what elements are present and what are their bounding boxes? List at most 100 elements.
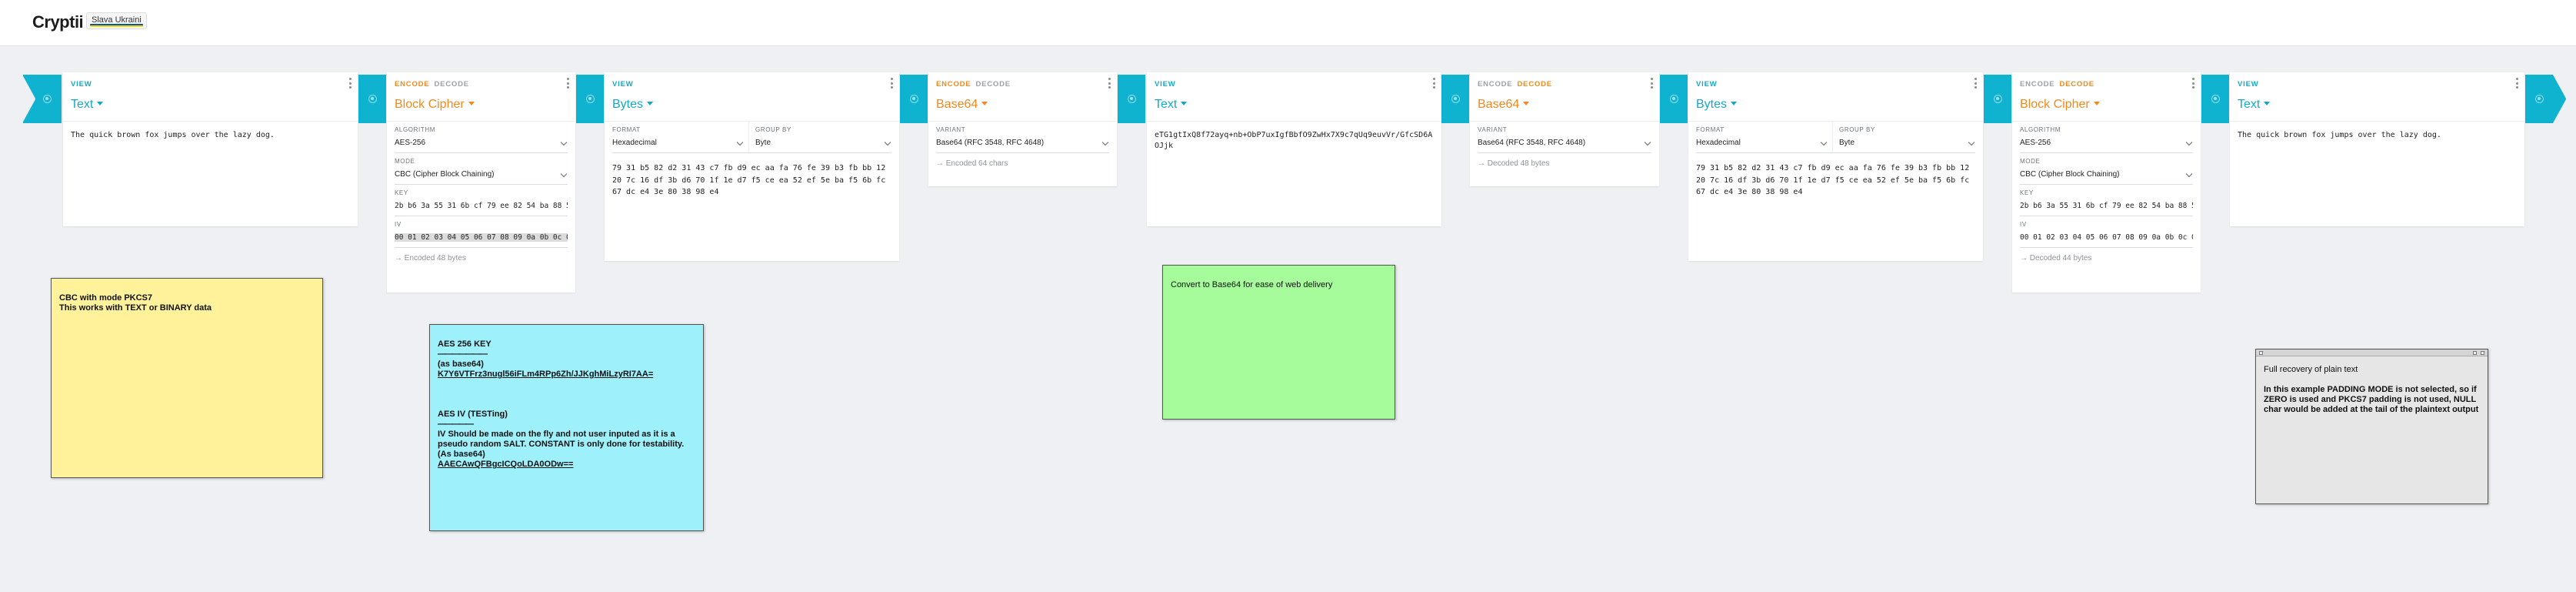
- note-line: AES IV (TESTing): [438, 410, 508, 419]
- text-content[interactable]: The quick brown fox jumps over the lazy …: [2230, 122, 2524, 141]
- sticky-note-grey[interactable]: Full recovery of plain text In this exam…: [2255, 349, 2488, 504]
- note-line: IV Should be made on the fly and not use…: [438, 430, 685, 449]
- group-by-select[interactable]: GROUP BY Byte: [1832, 122, 1975, 153]
- chevron-down-icon: [1101, 139, 1109, 146]
- sticky-note-yellow[interactable]: CBC with mode PKCS7 This works with TEXT…: [51, 278, 323, 478]
- more-vert-icon[interactable]: [2191, 78, 2194, 89]
- encode-toggle[interactable]: ENCODE: [395, 80, 429, 89]
- decode-toggle[interactable]: DECODE: [975, 80, 1010, 89]
- add-brick-icon[interactable]: [43, 95, 52, 103]
- mode-select[interactable]: MODE CBC (Cipher Block Chaining): [395, 153, 568, 185]
- more-vert-icon[interactable]: [1108, 78, 1111, 89]
- more-vert-icon[interactable]: [1974, 78, 1977, 89]
- variant-select[interactable]: VARIANT Base64 (RFC 3548, RFC 4648): [1478, 122, 1651, 153]
- encode-toggle[interactable]: ENCODE: [2020, 80, 2054, 89]
- base64-decoder-brick: ENCODE DECODE Base64 VARIANT Base64 (RFC …: [1470, 72, 1659, 186]
- group-by-select[interactable]: GROUP BY Byte: [748, 122, 891, 153]
- pipeline-tab-7[interactable]: [1984, 75, 2011, 123]
- note-title-bar[interactable]: [2256, 350, 2488, 356]
- note-line: (as base64): [438, 360, 484, 369]
- note-iv-value: AAECAwQFBgcICQoLDA0ODw==: [438, 460, 574, 469]
- pipeline-tab-8[interactable]: [2201, 75, 2229, 123]
- brick-kind: VIEW: [71, 80, 92, 89]
- slava-ukraini-badge[interactable]: Slava Ukraini: [86, 12, 147, 29]
- top-bar: Cryptii Slava Ukraini: [0, 0, 2576, 46]
- add-brick-icon[interactable]: [1670, 95, 1678, 103]
- add-brick-icon[interactable]: [1128, 95, 1136, 103]
- add-brick-icon[interactable]: [586, 95, 595, 103]
- pipeline-start-tab[interactable]: [22, 75, 62, 123]
- pipeline-tab-1[interactable]: [358, 75, 386, 123]
- pipeline-end-tab[interactable]: [2525, 75, 2566, 123]
- encode-toggle[interactable]: ENCODE: [1478, 80, 1512, 89]
- app-title[interactable]: Cryptii: [32, 12, 84, 32]
- note-minimize-icon[interactable]: [2473, 351, 2477, 355]
- more-vert-icon[interactable]: [566, 78, 569, 89]
- block-cipher-decoder-brick: ENCODE DECODE Block Cipher ALGORITHM AES-…: [2012, 72, 2201, 293]
- bytes-content[interactable]: 79 31 b5 82 d2 31 43 c7 fb d9 ec aa fa 7…: [1688, 153, 1983, 199]
- variant-select[interactable]: VARIANT Base64 (RFC 3548, RFC 4648): [936, 122, 1109, 153]
- base64-encoder-brick: ENCODE DECODE Base64 VARIANT Base64 (RFC …: [928, 72, 1117, 186]
- chevron-down-icon: [884, 139, 891, 146]
- bytes-view-brick: VIEW Bytes FORMAT Hexadecimal GROUP BY B…: [1688, 72, 1983, 261]
- decode-toggle[interactable]: DECODE: [2059, 80, 2094, 89]
- note-close-icon[interactable]: [2481, 351, 2484, 355]
- add-brick-icon[interactable]: [910, 95, 918, 103]
- note-line: CBC with mode PKCS7: [59, 293, 153, 303]
- text-content[interactable]: eTG1gtIxQ8f72ayq+nb+ObP7uxIgfBbfO9ZwHx7X…: [1147, 122, 1441, 152]
- more-vert-icon[interactable]: [1432, 78, 1435, 89]
- more-vert-icon[interactable]: [890, 78, 893, 89]
- pipeline-tab-3[interactable]: [900, 75, 928, 123]
- key-field[interactable]: KEY 2b b6 3a 55 31 6b cf 79 ee 82 54 ba …: [2020, 185, 2193, 216]
- note-line: AES 256 KEY: [438, 339, 492, 349]
- add-brick-icon[interactable]: [1994, 95, 2002, 103]
- mode-select[interactable]: MODE CBC (Cipher Block Chaining): [2020, 153, 2193, 185]
- brick-title-select[interactable]: Bytes: [1696, 98, 1737, 112]
- chevron-down-icon: [560, 139, 568, 146]
- brick-title-select[interactable]: Text: [1155, 98, 1187, 112]
- pipeline-tab-5[interactable]: [1441, 75, 1469, 123]
- chevron-down-icon: [1644, 139, 1651, 146]
- brick-title-select[interactable]: Block Cipher: [2020, 98, 2100, 112]
- status-text: Decoded 48 bytes: [1478, 159, 1651, 172]
- brick-title-select[interactable]: Bytes: [612, 98, 653, 112]
- more-vert-icon[interactable]: [2515, 78, 2518, 89]
- brick-kind: VIEW: [2238, 80, 2259, 89]
- add-brick-icon[interactable]: [1451, 95, 1460, 103]
- note-line: —————: [438, 420, 474, 429]
- decode-toggle[interactable]: DECODE: [1517, 80, 1551, 89]
- note-line: This works with TEXT or BINARY data: [59, 303, 212, 313]
- add-brick-icon[interactable]: [2535, 95, 2544, 103]
- text-content[interactable]: The quick brown fox jumps over the lazy …: [63, 122, 358, 141]
- pipeline-tab-4[interactable]: [1118, 75, 1145, 123]
- note-line: ———————: [438, 350, 488, 359]
- add-brick-icon[interactable]: [2211, 95, 2220, 103]
- encode-toggle[interactable]: ENCODE: [936, 80, 971, 89]
- note-line: Convert to Base64 for ease of web delive…: [1171, 280, 1333, 289]
- iv-field[interactable]: IV 00 01 02 03 04 05 06 07 08 09 0a 0b 0…: [395, 216, 568, 248]
- add-brick-icon[interactable]: [368, 95, 377, 103]
- key-field[interactable]: KEY 2b b6 3a 55 31 6b cf 79 ee 82 54 ba …: [395, 185, 568, 216]
- format-select[interactable]: FORMAT Hexadecimal: [1696, 122, 1832, 153]
- pipeline-tab-6[interactable]: [1660, 75, 1688, 123]
- algorithm-select[interactable]: ALGORITHM AES-256: [395, 122, 568, 153]
- more-vert-icon[interactable]: [348, 78, 352, 89]
- algorithm-select[interactable]: ALGORITHM AES-256: [2020, 122, 2193, 153]
- status-text: Encoded 48 bytes: [395, 254, 568, 266]
- sticky-note-green[interactable]: Convert to Base64 for ease of web delive…: [1162, 265, 1395, 420]
- sticky-note-cyan[interactable]: AES 256 KEY ——————— (as base64) K7Y6VTFr…: [429, 324, 704, 531]
- pipeline-tab-2[interactable]: [576, 75, 604, 123]
- brick-title-select[interactable]: Base64: [1478, 98, 1529, 112]
- bytes-content[interactable]: 79 31 b5 82 d2 31 43 c7 fb d9 ec aa fa 7…: [605, 153, 899, 199]
- brick-title-select[interactable]: Text: [2238, 98, 2270, 112]
- decode-toggle[interactable]: DECODE: [434, 80, 468, 89]
- format-select[interactable]: FORMAT Hexadecimal: [612, 122, 748, 153]
- note-line: In this example PADDING MODE is not sele…: [2264, 385, 2479, 414]
- more-vert-icon[interactable]: [1650, 78, 1653, 89]
- brick-kind: VIEW: [612, 80, 634, 89]
- block-cipher-encoder-brick: ENCODE DECODE Block Cipher ALGORITHM AES-…: [387, 72, 575, 293]
- brick-title-select[interactable]: Text: [71, 98, 103, 112]
- brick-title-select[interactable]: Block Cipher: [395, 98, 475, 112]
- brick-title-select[interactable]: Base64: [936, 98, 988, 112]
- iv-field[interactable]: IV 00 01 02 03 04 05 06 07 08 09 0a 0b 0…: [2020, 216, 2193, 248]
